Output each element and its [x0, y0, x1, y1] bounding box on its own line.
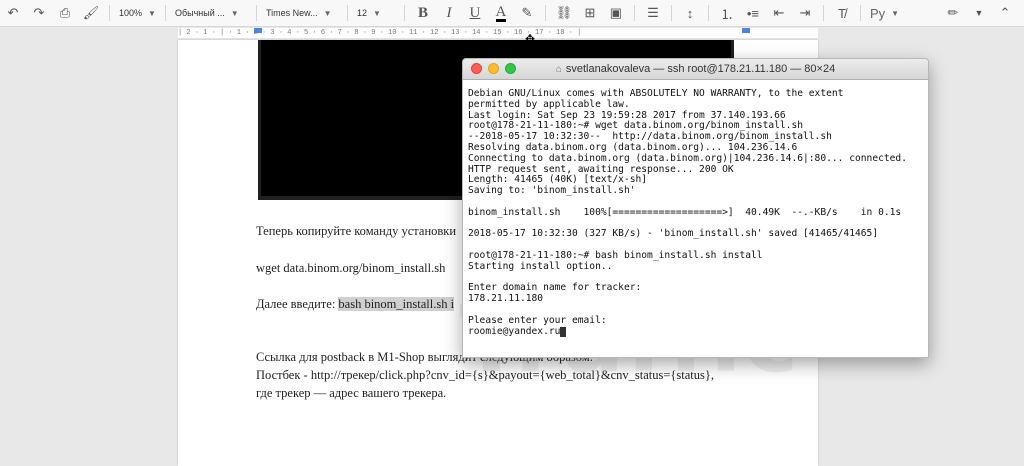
doc-paragraph: Теперь копируйте команду установки	[256, 224, 457, 238]
zoom-select[interactable]: 100% ▼	[115, 2, 160, 24]
window-controls	[471, 63, 522, 74]
terminal-line: binom_install.sh 100%[==================…	[468, 206, 902, 218]
comment-icon[interactable]: ⊞	[577, 2, 603, 24]
terminal-line: Starting install option..	[468, 260, 613, 272]
ruler-scale[interactable]: | 2 · 1 · | · 1 · 2 · 3 · 4 · 5 · 6 · 7 …	[178, 28, 818, 38]
font-size-select[interactable]: 12 ▼	[353, 2, 399, 24]
toolbar: ↶ ↷ ⎙ 🖌 100% ▼ Обычный ... ▼ Times New... ▼…	[0, 0, 1024, 27]
font-select[interactable]: Times New... ▼	[262, 2, 342, 24]
terminal-titlebar[interactable]: ⌂ svetlanakovaleva — ssh root@178.21.11.…	[463, 59, 928, 80]
home-folder-icon: ⌂	[555, 63, 562, 75]
ruler-text: | 2 · 1 · | · 1 · 2 · 3 · 4 · 5 · 6 · 7 …	[178, 29, 582, 37]
terminal-line: 2018-05-17 10:32:30 (327 KB/s) - 'binom_…	[468, 228, 879, 240]
line-spacing-icon[interactable]: ↕	[677, 2, 703, 24]
zoom-button[interactable]	[505, 63, 516, 74]
toolbar-divider	[859, 5, 861, 21]
toolbar-divider	[164, 5, 166, 21]
edit-mode-icon[interactable]: ✏	[940, 2, 966, 24]
chevron-down-icon: ▼	[891, 8, 900, 18]
terminal-line: Saving to: 'binom_install.sh'	[468, 185, 636, 197]
input-tools-select[interactable]: Ру ▼	[866, 2, 903, 24]
font-value: Times New...	[265, 8, 318, 18]
ruler: | 2 · 1 · | · 1 · 2 · 3 · 4 · 5 · 6 · 7 …	[0, 27, 1024, 39]
toolbar-divider	[255, 5, 257, 21]
toolbar-divider	[822, 5, 824, 21]
zoom-value: 100%	[119, 8, 143, 18]
bold-button[interactable]: B	[410, 2, 436, 24]
italic-button[interactable]: I	[436, 2, 462, 24]
image-icon[interactable]: ▣	[603, 2, 629, 24]
link-icon[interactable]: ⛓	[551, 2, 577, 24]
toolbar-divider	[670, 5, 672, 21]
terminal-output[interactable]: Debian GNU/Linux comes with ABSOLUTELY N…	[468, 88, 907, 338]
align-icon[interactable]: ☰	[640, 2, 666, 24]
terminal-window[interactable]: ⌂ svetlanakovaleva — ssh root@178.21.11.…	[462, 58, 929, 358]
close-button[interactable]	[471, 63, 482, 74]
terminal-line: roomie@yandex.ru	[468, 326, 907, 338]
mouse-pointer-icon: ✥	[525, 32, 536, 46]
collapse-menu-icon[interactable]: ⌃	[992, 2, 1018, 24]
font-size-value: 12	[356, 8, 367, 18]
doc-paragraph: где трекер — адрес вашего трекера.	[256, 386, 447, 400]
selected-text[interactable]: bash binom_install.sh i	[338, 297, 455, 311]
toolbar-divider	[633, 5, 635, 21]
terminal-line: permitted by applicable law.	[468, 98, 630, 110]
style-select[interactable]: Обычный ... ▼	[171, 2, 251, 24]
increase-indent-icon[interactable]: ⇥	[792, 2, 818, 24]
doc-paragraph: Постбек - http://трекер/click.php?cnv_id…	[256, 368, 715, 382]
toolbar-divider	[707, 5, 709, 21]
undo-icon[interactable]: ↶	[0, 2, 26, 24]
chevron-down-icon: ▼	[323, 8, 332, 18]
underline-button[interactable]: U	[462, 2, 488, 24]
text-color-button[interactable]: A	[488, 2, 514, 24]
terminal-line: Connecting to data.binom.org (data.binom…	[468, 152, 907, 164]
toolbar-divider	[403, 5, 405, 21]
toolbar-divider	[346, 5, 348, 21]
doc-paragraph: wget data.binom.org/binom_install.sh	[256, 261, 446, 275]
input-lang-label: Ру	[869, 5, 886, 21]
terminal-cursor	[560, 327, 567, 338]
numbered-list-icon[interactable]: ⒈	[714, 2, 740, 24]
paint-format-icon[interactable]: 🖌	[78, 2, 104, 24]
decrease-indent-icon[interactable]: ⇤	[766, 2, 792, 24]
text-color-icon: A	[495, 3, 507, 22]
toolbar-divider	[109, 5, 110, 21]
minimize-button[interactable]	[488, 63, 499, 74]
terminal-title: svetlanakovaleva — ssh root@178.21.11.18…	[565, 63, 836, 75]
chevron-down-icon: ▼	[148, 8, 156, 18]
clear-formatting-icon[interactable]: T̸	[829, 2, 855, 24]
print-icon[interactable]: ⎙	[52, 2, 78, 24]
doc-text-run: Далее введите:	[256, 297, 339, 311]
right-indent-marker[interactable]	[742, 28, 750, 33]
chevron-down-icon: ▼	[372, 8, 381, 18]
terminal-line: 178.21.11.180	[468, 293, 544, 305]
redo-icon[interactable]: ↷	[26, 2, 52, 24]
highlight-icon[interactable]: ✎	[514, 2, 540, 24]
style-value: Обычный ...	[174, 8, 225, 18]
doc-paragraph: Далее введите: bash binom_install.sh i	[256, 297, 455, 312]
terminal-line: Please enter your email:	[468, 314, 607, 326]
toolbar-divider	[544, 5, 546, 21]
indent-marker[interactable]	[254, 28, 262, 33]
chevron-down-icon: ▼	[230, 8, 239, 18]
chevron-down-icon[interactable]: ▼	[966, 2, 992, 24]
bulleted-list-icon[interactable]: •≡	[740, 2, 766, 24]
